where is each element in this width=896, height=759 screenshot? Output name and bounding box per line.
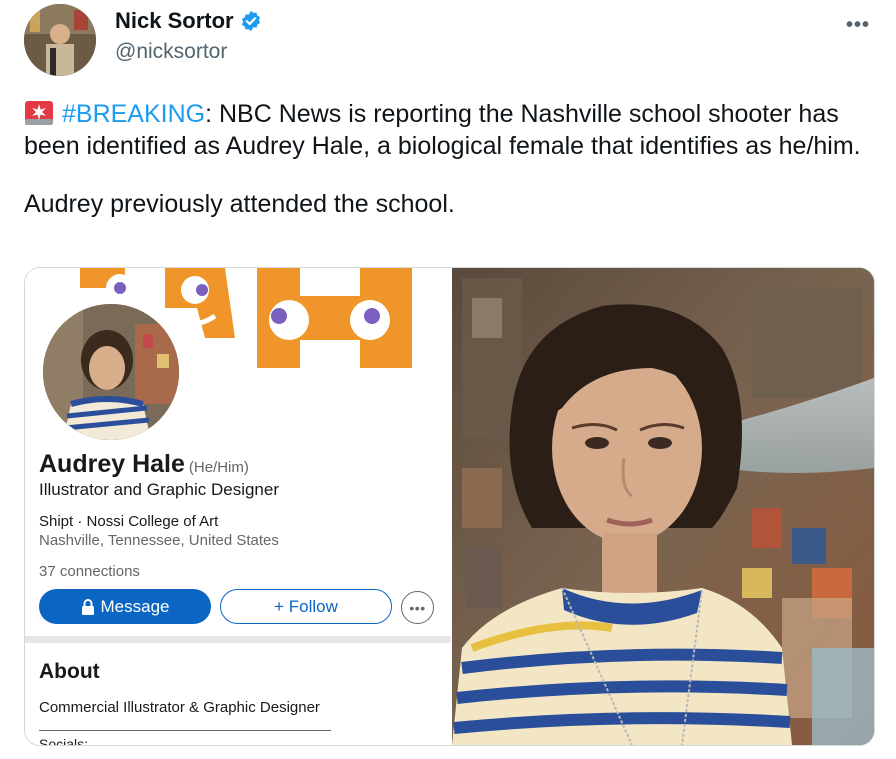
follow-button[interactable]: + Follow [220,589,392,624]
tweet-paragraph-1: #BREAKING: NBC News is reporting the Nas… [24,98,884,162]
profile-pronouns: (He/Him) [188,459,249,476]
author-name[interactable]: Nick Sortor [115,8,262,34]
tweet-media[interactable]: Audrey Hale (He/Him) Illustrator and Grap… [24,267,875,746]
section-divider [25,636,451,643]
about-title: About [39,660,100,683]
tweet-text: #BREAKING: NBC News is reporting the Nas… [24,98,884,220]
linkedin-screenshot[interactable]: Audrey Hale (He/Him) Illustrator and Grap… [25,268,451,745]
profile-photo-image [43,304,179,440]
lock-icon [81,598,94,615]
socials-label: Socials: [39,736,89,746]
hashtag-breaking[interactable]: #BREAKING [62,100,205,128]
profile-photo[interactable] [39,300,183,444]
more-icon[interactable]: ••• [846,14,870,37]
author-avatar-image [24,4,96,76]
profile-name: Audrey Hale (He/Him) [39,450,249,479]
verified-badge-icon [241,10,260,32]
profile-org: Shipt · Nossi College of Art [39,513,219,530]
author-avatar[interactable] [24,4,96,76]
follow-button-label: + Follow [274,596,338,616]
siren-emoji-icon [25,101,53,125]
about-rule [39,730,331,731]
profile-location: Nashville, Tennessee, United States [39,532,279,549]
profile-more-button[interactable]: ••• [401,591,434,624]
author-name-text: Nick Sortor [115,8,234,33]
tweet-paragraph-2: Audrey previously attended the school. [24,190,455,218]
author-handle[interactable]: @nicksortor [115,40,227,64]
message-button[interactable]: Message [39,589,211,624]
portrait-photo-image [452,268,874,745]
profile-connections[interactable]: 37 connections [39,563,140,580]
about-text: Commercial Illustrator & Graphic Designe… [39,699,320,716]
profile-headline: Illustrator and Graphic Designer [39,480,280,499]
message-button-label: Message [100,596,170,616]
profile-name-text: Audrey Hale [39,450,185,478]
portrait-photo[interactable] [452,268,874,745]
